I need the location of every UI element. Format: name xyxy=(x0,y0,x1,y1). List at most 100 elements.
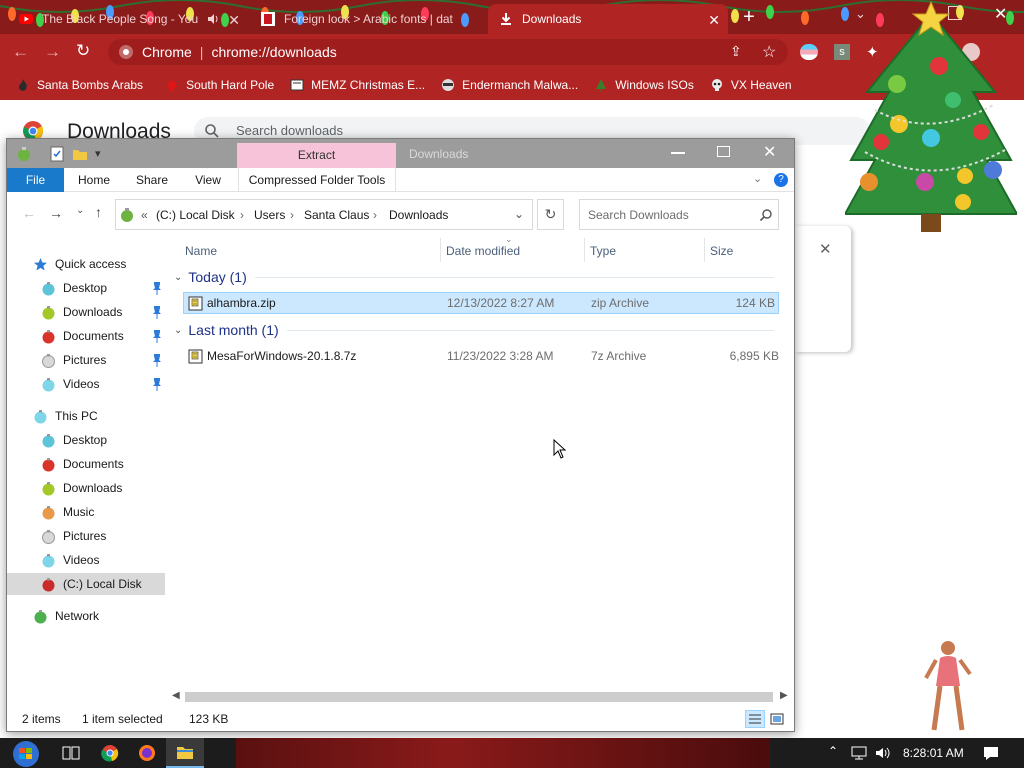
new-tab-icon[interactable]: + xyxy=(737,4,761,30)
pin-icon[interactable] xyxy=(151,377,163,391)
collapse-chevron-icon[interactable]: ⌄ xyxy=(174,272,182,283)
breadcrumb-downloads[interactable]: Downloads xyxy=(389,208,448,222)
tab-home[interactable]: Home xyxy=(69,168,119,192)
column-divider[interactable] xyxy=(440,238,441,262)
nav-pc-videos[interactable]: Videos xyxy=(7,549,165,571)
search-input[interactable]: Search Downloads xyxy=(579,199,779,230)
bookmark-windows-isos[interactable]: Windows ISOs xyxy=(594,78,694,92)
close-tab-icon[interactable]: ✕ xyxy=(708,12,720,29)
scroll-right-icon[interactable]: ▶ xyxy=(780,690,788,701)
share-icon[interactable]: ⇪ xyxy=(730,43,742,60)
nav-pc-pictures[interactable]: Pictures xyxy=(7,525,165,547)
close-button[interactable]: ✕ xyxy=(763,142,776,162)
nav-this-pc[interactable]: This PC xyxy=(7,405,165,427)
table-row[interactable]: alhambra.zip 12/13/2022 8:27 AM zip Arch… xyxy=(183,292,779,314)
large-icons-view-button[interactable] xyxy=(769,711,785,727)
nav-pc-downloads[interactable]: Downloads xyxy=(7,477,165,499)
new-folder-icon[interactable] xyxy=(72,146,88,162)
bookmark-star-icon[interactable]: ☆ xyxy=(762,42,776,62)
column-divider[interactable] xyxy=(704,238,705,262)
action-center-icon[interactable] xyxy=(982,745,1000,761)
task-view-icon[interactable] xyxy=(62,745,80,761)
column-divider[interactable] xyxy=(584,238,585,262)
breadcrumb-santa-claus[interactable]: Santa Claus xyxy=(304,208,369,222)
up-folder-icon[interactable]: ↑ xyxy=(95,204,102,220)
nav-quick-documents[interactable]: Documents xyxy=(7,325,165,347)
breadcrumb-chevron-icon[interactable]: › xyxy=(240,208,244,222)
chrome-tab-youtube[interactable]: The Black People Song - You ✕ xyxy=(8,4,248,34)
extract-context-tab[interactable]: Extract xyxy=(237,143,396,168)
nav-pc-documents[interactable]: Documents xyxy=(7,453,165,475)
nav-quick-access[interactable]: Quick access xyxy=(7,253,165,275)
maximize-button[interactable] xyxy=(717,146,730,157)
bookmark-vx-heaven[interactable]: VX Heaven xyxy=(710,78,792,92)
breadcrumb-chevron-icon[interactable]: › xyxy=(373,208,377,222)
nav-quick-desktop[interactable]: Desktop xyxy=(7,277,165,299)
column-date-modified[interactable]: Date modified xyxy=(446,244,520,258)
nav-quick-pictures[interactable]: Pictures xyxy=(7,349,165,371)
clock[interactable]: 8:28:01 AM xyxy=(903,746,964,760)
scroll-left-icon[interactable]: ◀ xyxy=(172,690,180,701)
scroll-thumb[interactable] xyxy=(185,692,773,702)
breadcrumb-chevron-icon[interactable]: › xyxy=(290,208,294,222)
start-button-icon[interactable] xyxy=(8,740,44,768)
breadcrumb[interactable]: « (C:) Local Disk › Users › Santa Claus … xyxy=(115,199,533,230)
bookmark-memz[interactable]: MEMZ Christmas E... xyxy=(290,78,425,92)
quick-access-toolbar-dropdown-icon[interactable]: ▾ xyxy=(95,147,101,160)
nav-pc-desktop[interactable]: Desktop xyxy=(7,429,165,451)
bookmark-santa-bombs[interactable]: Santa Bombs Arabs xyxy=(16,78,143,92)
details-view-button[interactable] xyxy=(745,710,765,728)
explorer-title-bar[interactable]: ▾ Extract Downloads ✕ xyxy=(7,139,794,168)
remove-download-icon[interactable]: ✕ xyxy=(819,240,832,258)
breadcrumb-dropdown-icon[interactable]: ⌄ xyxy=(514,207,524,221)
tab-view[interactable]: View xyxy=(183,168,233,192)
breadcrumb-users[interactable]: Users xyxy=(254,208,285,222)
bookmark-south-hard-pole[interactable]: South Hard Pole xyxy=(165,78,274,92)
show-hidden-icons-icon[interactable]: ⌃ xyxy=(828,744,838,758)
network-icon[interactable] xyxy=(850,745,868,761)
pin-icon[interactable] xyxy=(151,281,163,295)
back-arrow-icon[interactable]: ← xyxy=(12,42,29,62)
extension-flag-icon[interactable] xyxy=(800,44,818,60)
group-header-last-month[interactable]: ⌄ Last month (1) xyxy=(174,322,774,338)
nav-network[interactable]: Network xyxy=(7,605,165,627)
tab-file[interactable]: File xyxy=(7,168,64,192)
firefox-taskbar-icon[interactable] xyxy=(138,744,156,762)
chrome-tab-downloads[interactable]: Downloads ✕ xyxy=(488,4,728,34)
horizontal-scrollbar[interactable]: ◀ ▶ xyxy=(167,690,793,704)
back-button-icon[interactable]: ← xyxy=(22,205,36,221)
nav-pc-music[interactable]: Music xyxy=(7,501,165,523)
address-bar[interactable]: Chrome | chrome://downloads xyxy=(108,39,788,65)
pin-icon[interactable] xyxy=(151,353,163,367)
recent-locations-icon[interactable]: ⌄ xyxy=(76,205,84,216)
reload-icon[interactable]: ↻ xyxy=(76,41,90,61)
forward-arrow-icon[interactable]: → xyxy=(44,42,61,62)
speaker-icon[interactable] xyxy=(206,12,220,26)
column-type[interactable]: Type xyxy=(590,244,616,258)
bookmark-endermanch[interactable]: Endermanch Malwa... xyxy=(441,78,578,92)
pin-icon[interactable] xyxy=(151,305,163,319)
tab-share[interactable]: Share xyxy=(127,168,177,192)
nav-pc-local-disk[interactable]: (C:) Local Disk xyxy=(7,573,165,595)
group-header-today[interactable]: ⌄ Today (1) xyxy=(174,269,774,285)
breadcrumb-drive[interactable]: (C:) Local Disk xyxy=(156,208,235,222)
chrome-tab-fonts[interactable]: Foreign look > Arabic fonts | dat xyxy=(250,4,486,34)
pin-icon[interactable] xyxy=(151,329,163,343)
expand-ribbon-icon[interactable]: ⌄ xyxy=(753,172,762,185)
properties-icon[interactable] xyxy=(50,146,64,162)
tab-compressed-folder-tools[interactable]: Compressed Folder Tools xyxy=(238,168,396,192)
column-size[interactable]: Size xyxy=(710,244,733,258)
column-name[interactable]: Name xyxy=(185,244,217,258)
collapse-chevron-icon[interactable]: ⌄ xyxy=(174,325,182,336)
close-tab-icon[interactable]: ✕ xyxy=(228,12,240,29)
refresh-icon[interactable]: ↻ xyxy=(537,199,564,230)
help-icon[interactable]: ? xyxy=(774,173,788,187)
nav-quick-downloads[interactable]: Downloads xyxy=(7,301,165,323)
breadcrumb-overflow[interactable]: « xyxy=(141,208,148,222)
forward-button-icon[interactable]: → xyxy=(49,205,63,221)
volume-icon[interactable] xyxy=(874,745,892,761)
table-row[interactable]: MesaForWindows-20.1.8.7z 11/23/2022 3:28… xyxy=(183,345,779,367)
nav-quick-videos[interactable]: Videos xyxy=(7,373,165,395)
explorer-taskbar-button[interactable] xyxy=(166,738,204,768)
minimize-button[interactable] xyxy=(671,146,685,154)
